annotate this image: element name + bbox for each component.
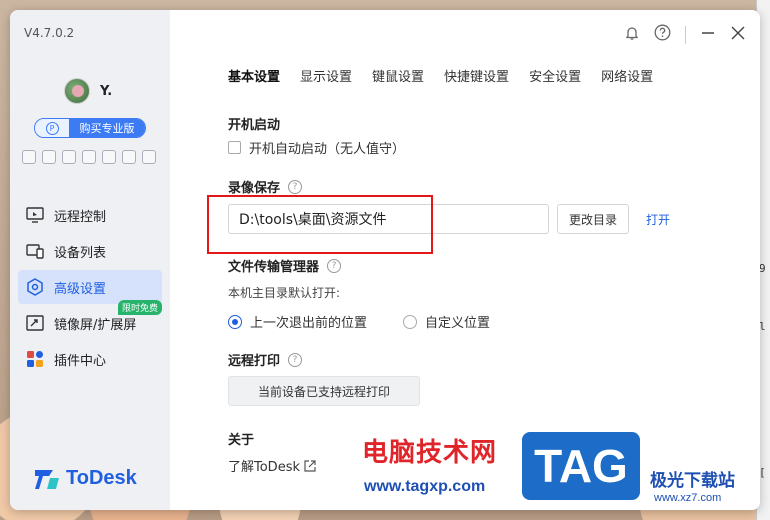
recording-title: 录像保存 ? (228, 177, 303, 196)
file-transfer-title: 文件传输管理器 ? (228, 256, 342, 275)
recording-title-text: 录像保存 (228, 181, 281, 196)
watermark-url: www.tagxp.com (364, 478, 486, 495)
sidebar-item-label: 高级设置 (54, 281, 107, 297)
minimize-icon[interactable] (700, 25, 716, 45)
bulb-icon[interactable] (102, 150, 116, 164)
watermark-site: 极光下载站 (650, 471, 735, 491)
tablet-icon[interactable] (82, 150, 96, 164)
version-label: V4.7.0.2 (24, 26, 75, 40)
radio-button[interactable] (403, 314, 418, 329)
open-folder-link[interactable]: 打开 (646, 211, 670, 228)
watermark-tag-logo: TAG (522, 432, 640, 500)
help-icon[interactable] (654, 24, 671, 45)
watermark-text: 电脑技术网 (362, 438, 498, 468)
remote-print-button[interactable]: 当前设备已支持远程打印 (228, 376, 420, 406)
autostart-label: 开机自动启动（无人值守） (249, 142, 406, 157)
logo-text: ToDesk (66, 466, 137, 489)
sidebar-item-label: 设备列表 (54, 245, 107, 261)
sidebar-item-plugin-center[interactable]: 插件中心 (18, 342, 162, 376)
logo-icon (35, 470, 59, 489)
user-name: Y. (100, 83, 113, 99)
highlight-box (207, 195, 433, 254)
chip-icon[interactable] (122, 150, 136, 164)
home-dir-options: 上一次退出前的位置 自定义位置 (228, 312, 490, 331)
startup-title: 开机启动 (228, 114, 280, 133)
about-title: 关于 (228, 429, 254, 448)
monitor-icon[interactable] (42, 150, 56, 164)
sidebar-item-device-list[interactable]: 设备列表 (18, 234, 162, 268)
tab-security[interactable]: 安全设置 (529, 66, 581, 85)
remote-control-icon (26, 206, 44, 224)
gamepad-icon[interactable] (22, 150, 36, 164)
help-circle-icon[interactable]: ? (288, 179, 303, 194)
file-transfer-title-text: 文件传输管理器 (228, 260, 320, 275)
startup-title-text: 开机启动 (228, 118, 281, 133)
settings-icon (26, 278, 44, 296)
sidebar-nav: 远程控制 设备列表 高级设置 镜像屏/扩展屏 限时免费 插件中心 (18, 198, 162, 378)
todesk-logo: ToDesk (34, 466, 137, 490)
help-circle-icon[interactable]: ? (327, 258, 342, 273)
plugin-icon (26, 350, 44, 368)
mirror-icon (26, 314, 44, 332)
radio-button[interactable] (228, 314, 242, 329)
radio-custom-position[interactable]: 自定义位置 (403, 312, 490, 331)
bell-icon[interactable] (624, 25, 640, 45)
pro-icon: P (35, 119, 69, 137)
autostart-checkbox[interactable] (228, 141, 241, 154)
card-icon[interactable] (62, 150, 76, 164)
radio-last-position[interactable]: 上一次退出前的位置 (228, 312, 367, 331)
help-circle-icon[interactable]: ? (288, 352, 303, 367)
external-link-icon (304, 459, 316, 472)
about-title-text: 关于 (228, 433, 255, 448)
about-todesk-link[interactable]: 了解ToDesk (228, 456, 316, 475)
device-list-icon (26, 242, 44, 260)
more-icon[interactable] (142, 150, 156, 164)
avatar[interactable] (64, 78, 90, 104)
sidebar-item-remote-control[interactable]: 远程控制 (18, 198, 162, 232)
autostart-option[interactable]: 开机自动启动（无人值守） (228, 138, 405, 157)
radio-label: 上一次退出前的位置 (250, 316, 368, 331)
about-link-text: 了解ToDesk (228, 460, 300, 475)
remote-print-title: 远程打印 ? (228, 350, 303, 369)
tab-shortcuts[interactable]: 快捷键设置 (444, 66, 509, 85)
pro-icon-letter: P (45, 121, 59, 135)
sidebar-item-label: 镜像屏/扩展屏 (54, 317, 137, 333)
tab-display[interactable]: 显示设置 (300, 66, 352, 85)
user-profile[interactable]: Y. (64, 78, 112, 104)
window-controls (624, 24, 746, 45)
radio-label: 自定义位置 (425, 316, 491, 331)
divider (685, 25, 686, 44)
tab-basic[interactable]: 基本设置 (228, 66, 280, 85)
home-dir-label: 本机主目录默认打开: (228, 286, 341, 300)
tab-network[interactable]: 网络设置 (601, 66, 653, 85)
buy-pro-label: 购买专业版 (69, 119, 145, 137)
change-directory-button[interactable]: 更改目录 (557, 204, 629, 234)
sidebar-item-advanced-settings[interactable]: 高级设置 (18, 270, 162, 304)
free-badge: 限时免费 (117, 300, 162, 315)
sidebar-item-label: 插件中心 (54, 353, 107, 369)
buy-pro-button[interactable]: P 购买专业版 (34, 118, 146, 138)
watermark-site-url: www.xz7.com (654, 492, 722, 504)
sidebar-item-label: 远程控制 (54, 209, 107, 225)
sidebar: V4.7.0.2 Y. P 购买专业版 远程控制 设备列表 高级设置 镜像屏/扩… (10, 10, 170, 510)
close-icon[interactable] (730, 25, 746, 45)
remote-print-title-text: 远程打印 (228, 354, 281, 369)
tab-keyboard-mouse[interactable]: 键鼠设置 (372, 66, 424, 85)
quick-icons (22, 150, 156, 164)
sidebar-item-mirror-screen[interactable]: 镜像屏/扩展屏 限时免费 (18, 300, 162, 340)
settings-tabs: 基本设置 显示设置 键鼠设置 快捷键设置 安全设置 网络设置 (228, 66, 653, 85)
